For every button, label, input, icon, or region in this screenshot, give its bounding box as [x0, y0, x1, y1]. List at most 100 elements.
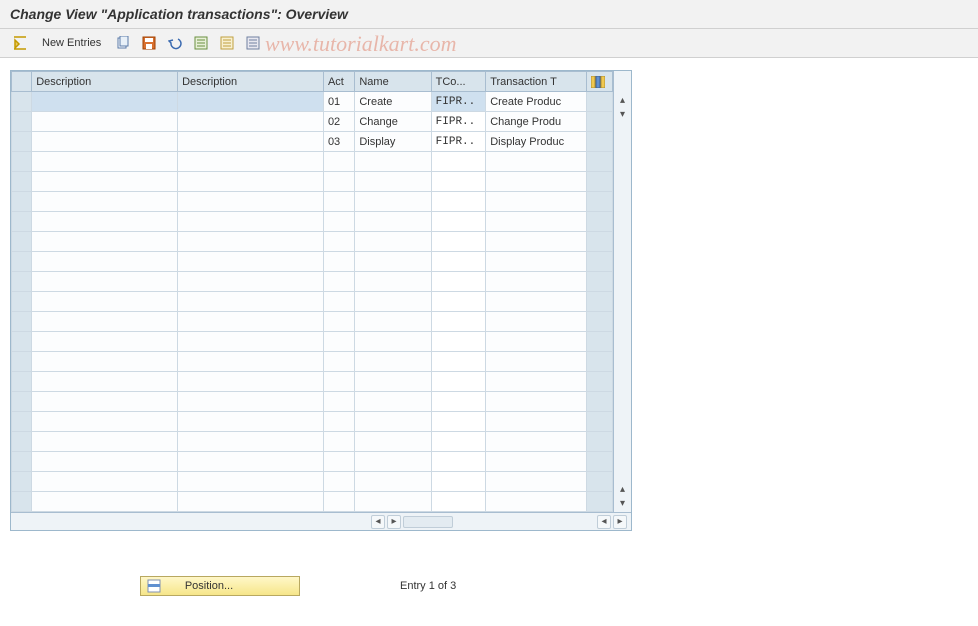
cell-desc1[interactable]	[32, 152, 178, 172]
cell-desc2[interactable]	[178, 372, 324, 392]
cell-desc1[interactable]	[32, 132, 178, 152]
cell-desc2[interactable]	[178, 172, 324, 192]
cell-tcode[interactable]	[431, 332, 486, 352]
cell-name[interactable]: Display	[355, 132, 431, 152]
cell-ttext[interactable]	[486, 172, 587, 192]
row-selector[interactable]	[12, 492, 32, 512]
cell-tcode[interactable]	[431, 352, 486, 372]
cell-desc2[interactable]	[178, 252, 324, 272]
cell-desc1[interactable]	[32, 232, 178, 252]
row-selector[interactable]	[12, 132, 32, 152]
cell-ttext[interactable]	[486, 312, 587, 332]
cell-act[interactable]	[323, 312, 354, 332]
cell-tcode[interactable]	[431, 232, 486, 252]
cell-act[interactable]	[323, 232, 354, 252]
cell-act[interactable]	[323, 392, 354, 412]
cell-desc1[interactable]	[32, 172, 178, 192]
cell-desc2[interactable]	[178, 412, 324, 432]
cell-desc1[interactable]	[32, 92, 178, 112]
cell-desc1[interactable]	[32, 412, 178, 432]
cell-desc1[interactable]	[32, 352, 178, 372]
cell-desc2[interactable]	[178, 312, 324, 332]
row-selector[interactable]	[12, 212, 32, 232]
row-selector[interactable]	[12, 232, 32, 252]
row-selector[interactable]	[12, 332, 32, 352]
cell-desc1[interactable]	[32, 292, 178, 312]
cell-desc2[interactable]	[178, 152, 324, 172]
scroll-down-icon[interactable]: ▾	[616, 107, 630, 121]
cell-tcode[interactable]	[431, 172, 486, 192]
h-scroll-right-icon[interactable]: ▸	[387, 515, 401, 529]
cell-desc2[interactable]	[178, 212, 324, 232]
col-header-ttext[interactable]: Transaction T	[486, 72, 587, 92]
cell-act[interactable]	[323, 352, 354, 372]
cell-ttext[interactable]	[486, 152, 587, 172]
cell-name[interactable]	[355, 192, 431, 212]
col-header-desc2[interactable]: Description	[178, 72, 324, 92]
scroll-up-end-icon[interactable]: ▴	[616, 482, 630, 496]
cell-desc1[interactable]	[32, 492, 178, 512]
cell-tcode[interactable]	[431, 392, 486, 412]
row-selector-header[interactable]	[12, 72, 32, 92]
scroll-up-icon[interactable]: ▴	[616, 93, 630, 107]
cell-act[interactable]	[323, 432, 354, 452]
cell-ttext[interactable]	[486, 272, 587, 292]
cell-desc1[interactable]	[32, 432, 178, 452]
col-header-desc1[interactable]: Description	[32, 72, 178, 92]
column-config-icon[interactable]	[587, 72, 613, 92]
cell-act[interactable]	[323, 172, 354, 192]
cell-desc2[interactable]	[178, 92, 324, 112]
cell-name[interactable]: Change	[355, 112, 431, 132]
cell-ttext[interactable]	[486, 232, 587, 252]
cell-tcode[interactable]: FIPR..	[431, 112, 486, 132]
save-icon[interactable]	[139, 33, 159, 53]
cell-ttext[interactable]: Display Produc	[486, 132, 587, 152]
row-selector[interactable]	[12, 152, 32, 172]
h-scroll-track[interactable]	[403, 516, 453, 528]
cell-name[interactable]	[355, 352, 431, 372]
row-selector[interactable]	[12, 272, 32, 292]
position-button[interactable]: Position...	[140, 576, 300, 596]
cell-name[interactable]	[355, 252, 431, 272]
cell-tcode[interactable]: FIPR..	[431, 132, 486, 152]
cell-desc2[interactable]	[178, 232, 324, 252]
copy-icon[interactable]	[113, 33, 133, 53]
cell-ttext[interactable]	[486, 412, 587, 432]
cell-name[interactable]	[355, 492, 431, 512]
cell-tcode[interactable]: FIPR..	[431, 92, 486, 112]
cell-desc1[interactable]	[32, 212, 178, 232]
h-scroll-right2-icon[interactable]: ▸	[613, 515, 627, 529]
cell-name[interactable]	[355, 332, 431, 352]
cell-desc2[interactable]	[178, 272, 324, 292]
cell-name[interactable]	[355, 172, 431, 192]
row-selector[interactable]	[12, 92, 32, 112]
cell-desc1[interactable]	[32, 372, 178, 392]
cell-tcode[interactable]	[431, 312, 486, 332]
cell-tcode[interactable]	[431, 192, 486, 212]
scroll-down-end-icon[interactable]: ▾	[616, 496, 630, 510]
cell-tcode[interactable]	[431, 292, 486, 312]
cell-name[interactable]: Create	[355, 92, 431, 112]
cell-ttext[interactable]	[486, 392, 587, 412]
cell-tcode[interactable]	[431, 492, 486, 512]
row-selector[interactable]	[12, 172, 32, 192]
cell-tcode[interactable]	[431, 372, 486, 392]
cell-ttext[interactable]	[486, 252, 587, 272]
cell-act[interactable]	[323, 292, 354, 312]
cell-ttext[interactable]: Change Produ	[486, 112, 587, 132]
cell-ttext[interactable]	[486, 212, 587, 232]
cell-desc1[interactable]	[32, 112, 178, 132]
cell-tcode[interactable]	[431, 452, 486, 472]
cell-ttext[interactable]	[486, 432, 587, 452]
cell-tcode[interactable]	[431, 252, 486, 272]
row-selector[interactable]	[12, 412, 32, 432]
cell-ttext[interactable]	[486, 352, 587, 372]
horizontal-scrollbar[interactable]: ◂ ▸ ◂ ▸	[11, 512, 631, 530]
cell-act[interactable]: 03	[323, 132, 354, 152]
cell-act[interactable]	[323, 492, 354, 512]
select-block-icon[interactable]	[217, 33, 237, 53]
cell-desc1[interactable]	[32, 452, 178, 472]
cell-tcode[interactable]	[431, 152, 486, 172]
cell-desc1[interactable]	[32, 472, 178, 492]
row-selector[interactable]	[12, 252, 32, 272]
